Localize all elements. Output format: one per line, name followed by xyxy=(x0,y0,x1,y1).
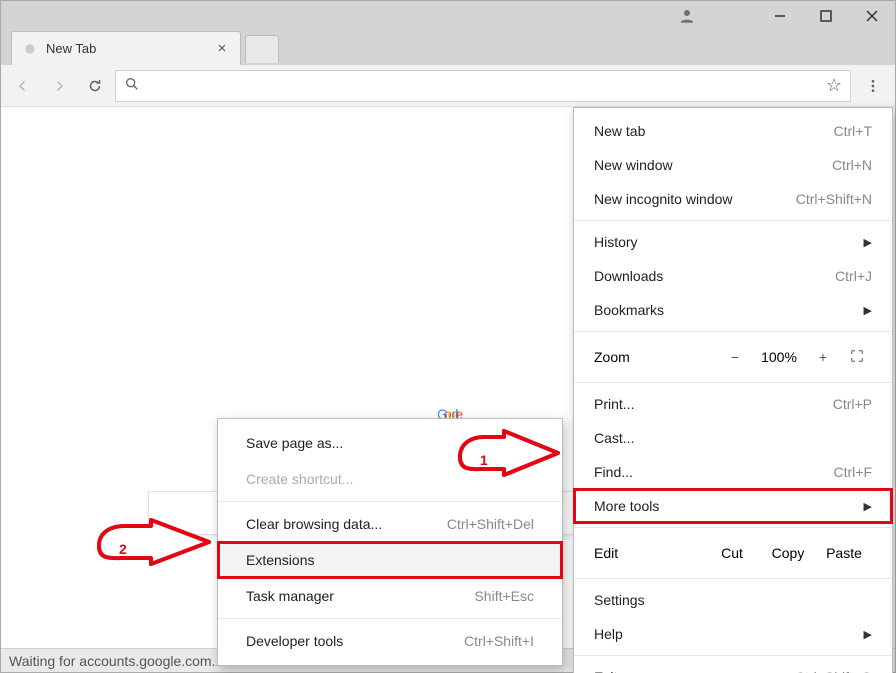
menu-find[interactable]: Find...Ctrl+F xyxy=(574,455,892,489)
back-button[interactable] xyxy=(7,70,39,102)
menu-incognito[interactable]: New incognito windowCtrl+Shift+N xyxy=(574,182,892,216)
menu-new-tab[interactable]: New tabCtrl+T xyxy=(574,114,892,148)
menu-separator xyxy=(218,501,562,502)
chevron-right-icon: ▶ xyxy=(864,500,872,513)
menu-edit-row: Edit Cut Copy Paste xyxy=(574,532,892,574)
edit-cut-button[interactable]: Cut xyxy=(704,545,760,561)
submenu-create-shortcut: Create shortcut... xyxy=(218,461,562,497)
fullscreen-icon xyxy=(849,348,865,364)
menu-more-tools[interactable]: More tools▶ xyxy=(574,489,892,523)
arrow-right-icon xyxy=(50,77,68,95)
zoom-label: Zoom xyxy=(594,349,716,365)
submenu-extensions[interactable]: Extensions xyxy=(218,542,562,578)
menu-separator xyxy=(574,578,892,579)
menu-print[interactable]: Print...Ctrl+P xyxy=(574,387,892,421)
edit-paste-button[interactable]: Paste xyxy=(816,545,872,561)
minimize-icon xyxy=(774,10,786,22)
edit-label: Edit xyxy=(594,545,704,561)
tab-title: New Tab xyxy=(46,41,214,56)
submenu-developer-tools[interactable]: Developer toolsCtrl+Shift+I xyxy=(218,623,562,659)
window-close-button[interactable] xyxy=(849,1,895,31)
window-maximize-button[interactable] xyxy=(803,1,849,31)
menu-separator xyxy=(574,382,892,383)
reload-button[interactable] xyxy=(79,70,111,102)
menu-separator xyxy=(574,527,892,528)
tab-new-tab[interactable]: New Tab × xyxy=(11,31,241,65)
reload-icon xyxy=(86,77,104,95)
fullscreen-button[interactable] xyxy=(842,348,872,367)
menu-exit[interactable]: ExitCtrl+Shift+Q xyxy=(574,660,892,673)
menu-separator xyxy=(574,331,892,332)
edit-copy-button[interactable]: Copy xyxy=(760,545,816,561)
menu-zoom-row: Zoom − 100% + xyxy=(574,336,892,378)
window-minimize-button[interactable] xyxy=(757,1,803,31)
tab-favicon-icon xyxy=(22,41,38,57)
tabstrip: New Tab × xyxy=(1,31,895,65)
person-icon xyxy=(678,7,696,25)
menu-separator xyxy=(218,618,562,619)
menu-settings[interactable]: Settings xyxy=(574,583,892,617)
menu-separator xyxy=(574,220,892,221)
menu-bookmarks[interactable]: Bookmarks▶ xyxy=(574,293,892,327)
window-titlebar xyxy=(1,1,895,31)
zoom-percent: 100% xyxy=(754,349,804,365)
search-icon xyxy=(124,76,140,95)
forward-button[interactable] xyxy=(43,70,75,102)
menu-downloads[interactable]: DownloadsCtrl+J xyxy=(574,259,892,293)
main-menu: New tabCtrl+T New windowCtrl+N New incog… xyxy=(573,107,893,673)
zoom-in-button[interactable]: + xyxy=(808,349,838,365)
close-icon xyxy=(866,10,878,22)
submenu-save-page[interactable]: Save page as... xyxy=(218,425,562,461)
menu-cast[interactable]: Cast... xyxy=(574,421,892,455)
maximize-icon xyxy=(820,10,832,22)
menu-separator xyxy=(574,655,892,656)
tab-close-button[interactable]: × xyxy=(214,41,230,57)
profile-avatar-button[interactable] xyxy=(664,1,710,31)
chevron-right-icon: ▶ xyxy=(864,628,872,641)
submenu-clear-browsing-data[interactable]: Clear browsing data...Ctrl+Shift+Del xyxy=(218,506,562,542)
menu-new-window[interactable]: New windowCtrl+N xyxy=(574,148,892,182)
kebab-menu-icon xyxy=(865,78,881,94)
more-tools-submenu: Save page as... Create shortcut... Clear… xyxy=(217,418,563,666)
omnibox-input[interactable] xyxy=(148,77,818,94)
arrow-left-icon xyxy=(14,77,32,95)
chevron-right-icon: ▶ xyxy=(864,304,872,317)
menu-help[interactable]: Help▶ xyxy=(574,617,892,651)
zoom-out-button[interactable]: − xyxy=(720,349,750,365)
browser-window: New Tab × ☆ Gm Google New tabCtrl+T New … xyxy=(0,0,896,673)
address-bar[interactable]: ☆ xyxy=(115,70,851,102)
status-text: Waiting for accounts.google.com... xyxy=(9,653,223,669)
chevron-right-icon: ▶ xyxy=(864,236,872,249)
bookmark-star-button[interactable]: ☆ xyxy=(826,75,842,96)
new-tab-button[interactable] xyxy=(245,35,279,63)
toolbar: ☆ xyxy=(1,65,895,107)
main-menu-button[interactable] xyxy=(857,70,889,102)
menu-history[interactable]: History▶ xyxy=(574,225,892,259)
submenu-task-manager[interactable]: Task managerShift+Esc xyxy=(218,578,562,614)
